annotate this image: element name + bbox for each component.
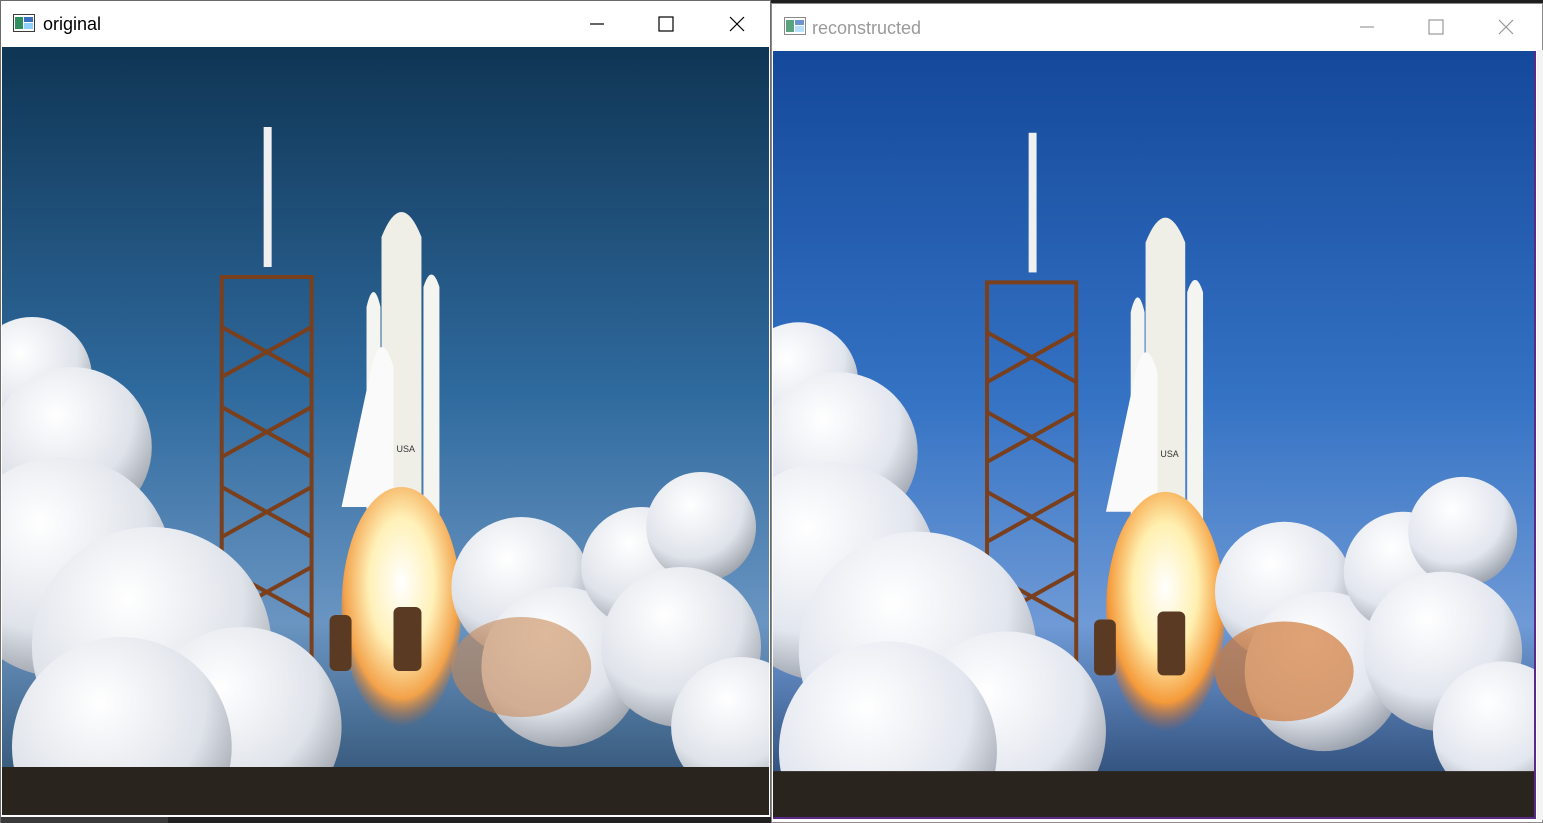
close-button[interactable] (703, 1, 771, 47)
shuttle-launch-image: USA (2, 47, 769, 815)
minimize-icon (590, 23, 604, 25)
image-viewport: USA (773, 51, 1536, 819)
app-icon (13, 14, 35, 32)
usa-marking: USA (1160, 449, 1178, 459)
close-icon (1498, 19, 1514, 35)
taskbar-strip (1, 817, 772, 823)
minimize-button[interactable] (563, 1, 631, 47)
minimize-button[interactable] (1333, 4, 1401, 50)
minimize-icon (1360, 26, 1374, 28)
window-original[interactable]: original USA (0, 0, 772, 823)
title-bar[interactable]: reconstructed (772, 4, 1542, 50)
maximize-icon (1428, 19, 1444, 35)
window-title: original (43, 14, 102, 34)
launch-scene: USA (773, 51, 1534, 817)
maximize-button[interactable] (632, 1, 700, 47)
usa-marking: USA (396, 444, 414, 454)
maximize-icon (658, 16, 674, 32)
window-reconstructed[interactable]: reconstructed USA (771, 3, 1543, 823)
app-icon (784, 17, 806, 35)
maximize-button[interactable] (1402, 4, 1470, 50)
desktop-edge (1537, 50, 1543, 820)
shuttle-launch-image: USA (773, 51, 1534, 817)
launch-scene: USA (2, 47, 769, 815)
window-title: reconstructed (812, 18, 922, 38)
title-bar[interactable]: original (1, 1, 770, 47)
image-viewport: USA (2, 47, 769, 815)
close-button[interactable] (1472, 4, 1540, 50)
close-icon (729, 16, 745, 32)
